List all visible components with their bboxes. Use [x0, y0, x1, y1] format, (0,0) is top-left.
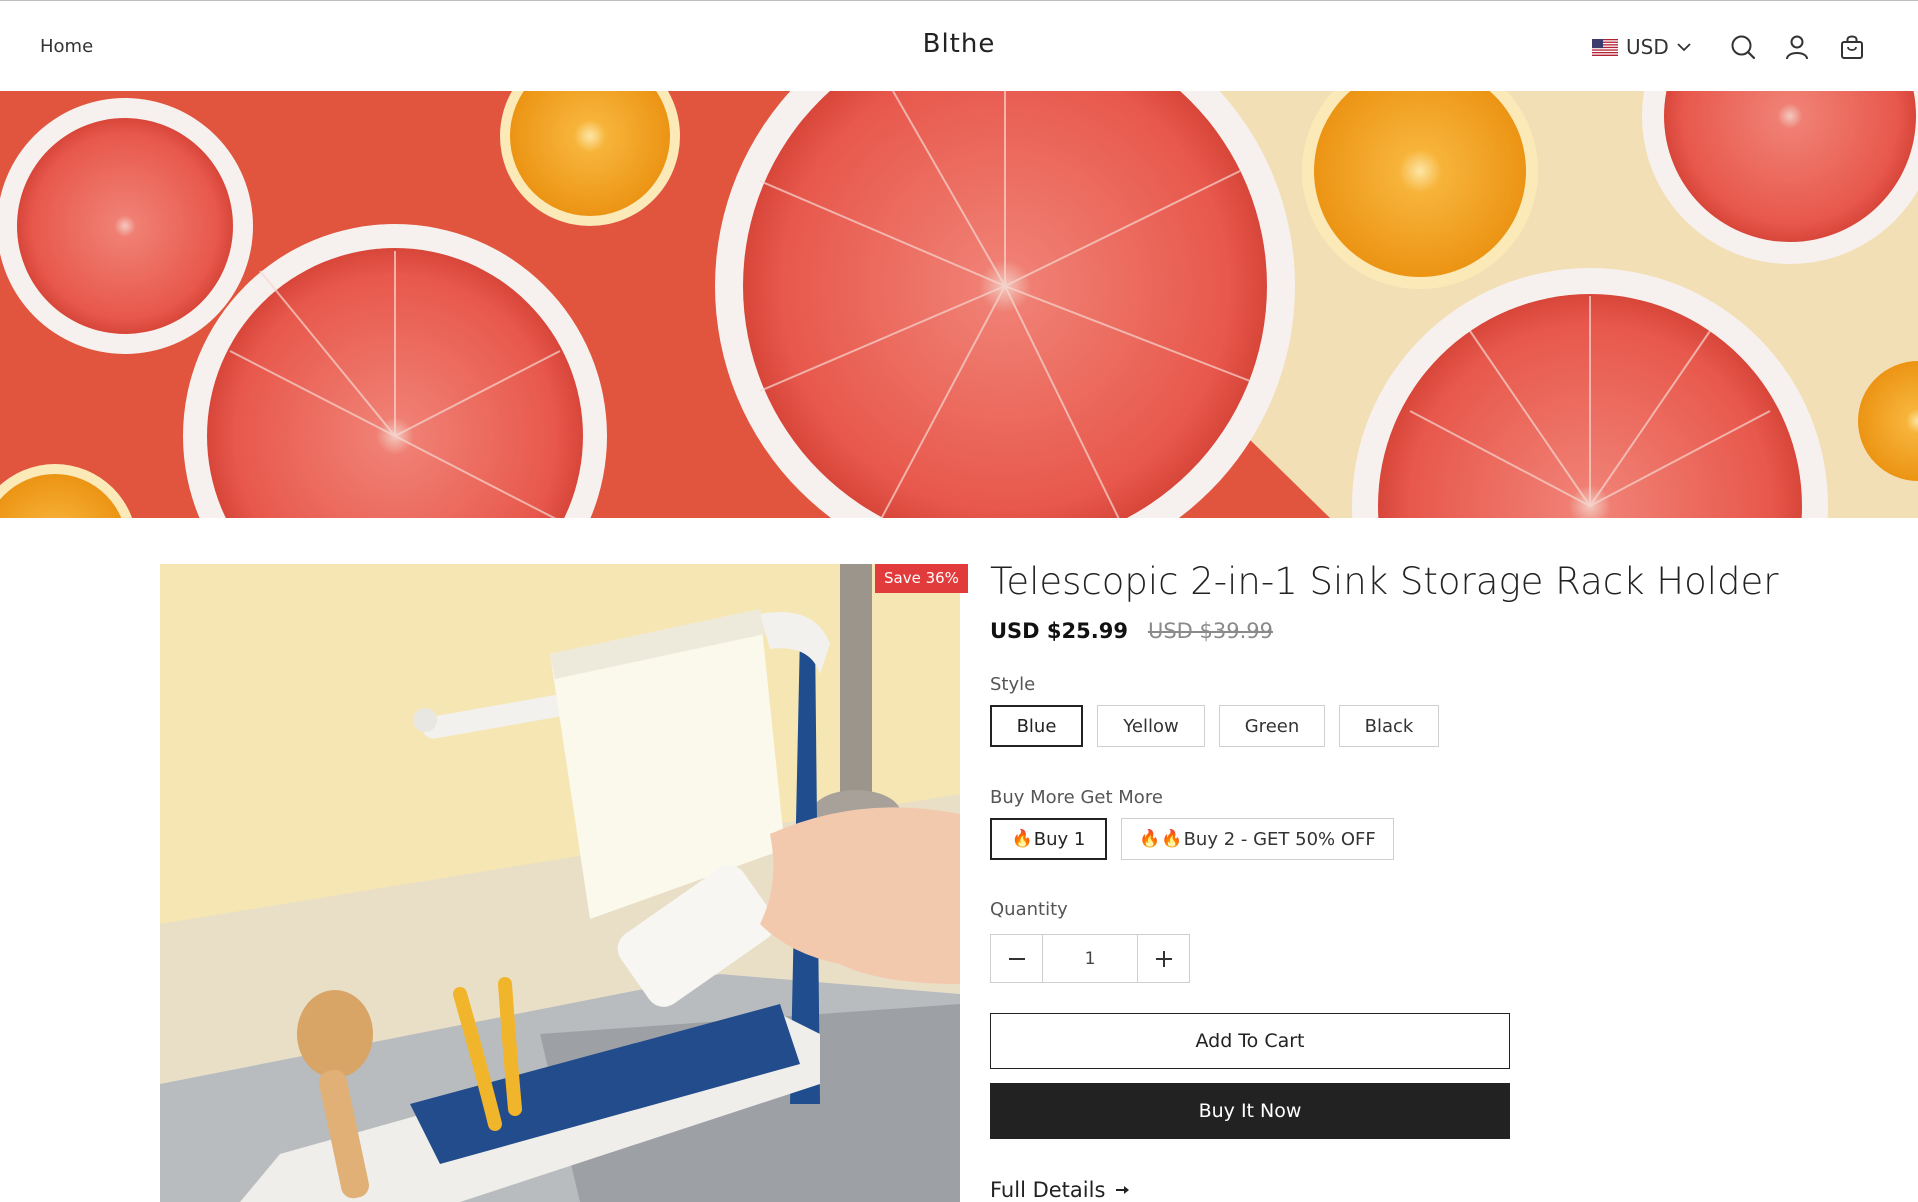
currency-code: USD [1626, 35, 1669, 59]
chevron-down-icon [1677, 43, 1691, 52]
plus-icon [1155, 950, 1172, 967]
bundle-label: Buy More Get More [990, 787, 1163, 808]
product-title: Telescopic 2-in-1 Sink Storage Rack Hold… [990, 560, 1779, 603]
style-options: Blue Yellow Green Black [990, 705, 1439, 747]
site-header: Home Blthe USD [0, 0, 1918, 91]
bundle-option-buy-2[interactable]: 🔥 🔥 Buy 2 - GET 50% OFF [1121, 818, 1394, 860]
us-flag-icon [1592, 38, 1618, 56]
search-icon[interactable] [1729, 33, 1757, 61]
quantity-decrease-button[interactable] [991, 935, 1042, 982]
nav-home-link[interactable]: Home [40, 36, 93, 57]
quantity-label: Quantity [990, 899, 1068, 920]
full-details-label: Full Details [990, 1178, 1106, 1202]
fire-icon: 🔥 [1161, 829, 1183, 849]
style-option-green[interactable]: Green [1219, 705, 1325, 747]
add-to-cart-button[interactable]: Add To Cart [990, 1013, 1510, 1069]
style-option-black[interactable]: Black [1339, 705, 1439, 747]
quantity-input[interactable] [1042, 935, 1138, 982]
full-details-link[interactable]: Full Details [990, 1178, 1131, 1202]
account-icon[interactable] [1783, 33, 1811, 61]
sink-rack-photo [160, 564, 960, 1202]
quantity-increase-button[interactable] [1138, 935, 1189, 982]
save-badge: Save 36% [875, 564, 968, 593]
fire-icon: 🔥 [1139, 829, 1161, 849]
bundle-options: 🔥 Buy 1 🔥 🔥 Buy 2 - GET 50% OFF [990, 818, 1394, 860]
compare-price: USD $39.99 [1147, 619, 1273, 643]
grapefruit-banner-image [0, 91, 1918, 518]
style-option-blue[interactable]: Blue [990, 705, 1083, 747]
currency-selector[interactable]: USD [1592, 32, 1691, 62]
product-image[interactable] [160, 564, 960, 1202]
product-page: Home Blthe USD Save 36% Telescopic 2-in-… [0, 0, 1918, 1202]
bundle-option-buy-1[interactable]: 🔥 Buy 1 [990, 818, 1107, 860]
bundle-option-label: Buy 2 - GET 50% OFF [1183, 828, 1376, 850]
style-label: Style [990, 674, 1036, 695]
buy-it-now-button[interactable]: Buy It Now [990, 1083, 1510, 1139]
bundle-option-label: Buy 1 [1033, 828, 1086, 850]
style-option-yellow[interactable]: Yellow [1097, 705, 1205, 747]
quantity-stepper [990, 934, 1190, 983]
hero-banner [0, 91, 1918, 518]
minus-icon [1008, 957, 1025, 960]
price-row: USD $25.99 USD $39.99 [990, 619, 1273, 643]
arrow-right-icon [1116, 1186, 1130, 1194]
cart-icon[interactable] [1838, 33, 1866, 61]
sale-price: USD $25.99 [990, 619, 1128, 643]
fire-icon: 🔥 [1011, 829, 1033, 849]
